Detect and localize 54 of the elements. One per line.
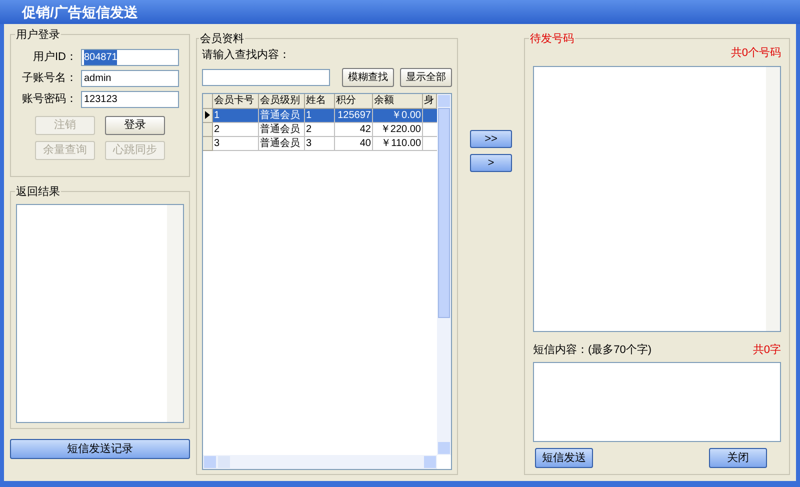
- table-cell: 1: [213, 108, 259, 122]
- horizontal-scrollbar[interactable]: [203, 455, 437, 469]
- move-button[interactable]: >: [470, 154, 512, 172]
- column-header[interactable]: 会员卡号: [213, 94, 259, 108]
- message-label: 短信内容：(最多70个字): [533, 342, 652, 358]
- search-field[interactable]: [202, 68, 330, 86]
- column-header[interactable]: 会员级别: [259, 94, 305, 108]
- column-header[interactable]: 姓名: [305, 94, 335, 108]
- close-button[interactable]: 关闭: [709, 448, 767, 468]
- send-button[interactable]: 短信发送: [535, 448, 593, 468]
- text-field[interactable]: admin: [81, 70, 179, 87]
- row-pointer-icon: [205, 111, 210, 119]
- table-cell: 125697: [335, 108, 373, 122]
- scroll-thumb[interactable]: [438, 108, 450, 318]
- message-box[interactable]: [533, 362, 781, 442]
- search-button[interactable]: 模糊查找: [342, 68, 394, 86]
- number-list[interactable]: [533, 66, 781, 332]
- window-title: 促销/广告短信发送: [22, 2, 138, 22]
- table-cell: 普通会员: [259, 122, 305, 136]
- table-cell: 2: [305, 122, 335, 136]
- search-label: 请输入查找内容：: [202, 48, 291, 63]
- field-label: 账号密码：: [22, 92, 77, 108]
- send-history-button[interactable]: 短信发送记录: [10, 439, 190, 459]
- table-cell: 2: [213, 122, 259, 136]
- table-cell: 3: [213, 136, 259, 150]
- table-cell: ￥0.00: [373, 108, 423, 122]
- character-count: 共0字: [752, 342, 781, 358]
- scrollbar[interactable]: [167, 205, 183, 422]
- scrollbar[interactable]: [766, 66, 780, 330]
- table-row[interactable]: 1 普通会员 1 125697 ￥0.00: [203, 108, 437, 122]
- login-action-button[interactable]: 登录: [105, 116, 165, 135]
- column-header[interactable]: 积分: [335, 94, 373, 108]
- row-header: [203, 94, 213, 108]
- number-count: 共0个号码: [730, 46, 781, 61]
- column-header[interactable]: 身: [423, 94, 437, 108]
- table-cell: 普通会员: [259, 136, 305, 150]
- table-row[interactable]: 2 普通会员 2 42 ￥220.00: [203, 122, 437, 136]
- scroll-thumb[interactable]: [218, 456, 230, 468]
- table-cell: 3: [305, 136, 335, 150]
- field-label: 子账号名：: [22, 71, 77, 86]
- table-cell: 42: [335, 122, 373, 136]
- table-row[interactable]: 3 普通会员 3 40 ￥110.00: [203, 136, 437, 150]
- table-cell: 普通会员: [259, 108, 305, 122]
- text-field[interactable]: 804871: [81, 49, 179, 66]
- table-cell: ￥220.00: [373, 122, 423, 136]
- search-button[interactable]: 显示全部: [400, 68, 452, 86]
- table-cell: ￥110.00: [373, 136, 423, 150]
- table-cell: 40: [335, 136, 373, 150]
- column-header[interactable]: 余额: [373, 94, 423, 108]
- field-label: 用户ID：: [33, 50, 77, 66]
- scrollbar[interactable]: [437, 94, 451, 455]
- text-field[interactable]: 123123: [81, 91, 179, 108]
- table-cell: 1: [305, 108, 335, 122]
- move-button[interactable]: >>: [470, 130, 512, 148]
